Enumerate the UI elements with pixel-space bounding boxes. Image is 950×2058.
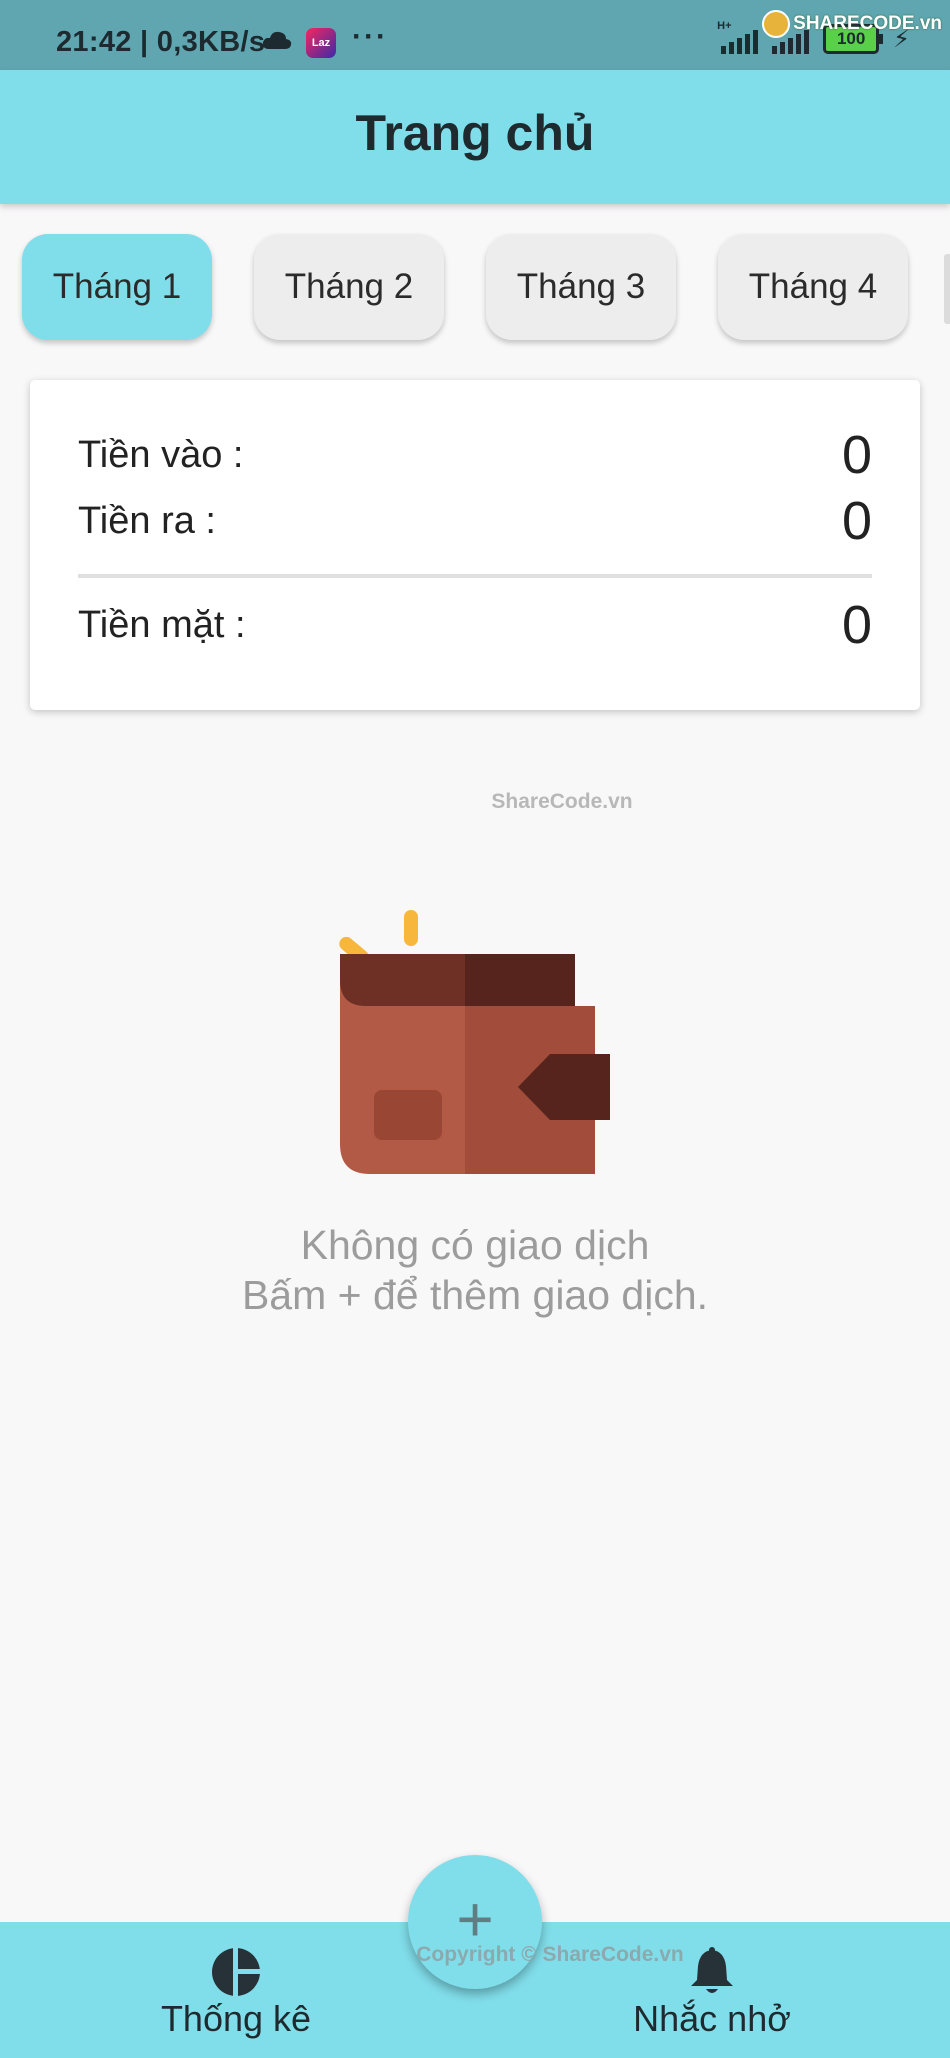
signal-strength-icon: H+ — [717, 20, 759, 54]
tab-month-3[interactable]: Tháng 3 — [486, 234, 676, 340]
watermark-copyright: Copyright © ShareCode.vn — [416, 1943, 684, 1966]
tab-month-overflow[interactable] — [944, 254, 950, 324]
income-label: Tiền vào : — [78, 434, 244, 476]
watermark-logo-icon — [762, 10, 791, 38]
summary-divider — [78, 574, 872, 578]
tab-month-4[interactable]: Tháng 4 — [718, 234, 908, 340]
cash-value: 0 — [841, 595, 872, 655]
tab-month-1[interactable]: Tháng 1 — [22, 234, 212, 340]
page-title: Trang chủ — [355, 105, 595, 161]
nav-label-statistics: Thống kê — [160, 1998, 312, 2039]
cash-label: Tiền mặt : — [78, 604, 246, 646]
add-transaction-button[interactable]: + — [408, 1855, 542, 1989]
empty-state-hint: Bấm + để thêm giao dịch. — [241, 1272, 709, 1318]
tab-month-2[interactable]: Tháng 2 — [254, 234, 444, 340]
coin-spark-center — [404, 910, 418, 946]
watermark-logo-text: SHARECODE.vn — [793, 13, 942, 35]
lazada-app-icon: Laz — [306, 28, 336, 58]
empty-state-title: Không có giao dịch — [300, 1222, 650, 1268]
cloud-icon — [262, 31, 292, 49]
network-type: H+ — [717, 20, 732, 32]
expense-label: Tiền ra : — [78, 500, 216, 542]
app-header: Trang chủ — [0, 70, 950, 204]
more-notifications-icon: ··· — [352, 20, 388, 53]
summary-card: Tiền vào : 0 Tiền ra : 0 Tiền mặt : 0 — [30, 380, 920, 710]
nav-label-reminder: Nhắc nhở — [633, 1998, 791, 2039]
status-time: 21:42 | 0,3KB/s — [56, 26, 266, 58]
status-bar: 21:42 | 0,3KB/s Laz ··· H+ 100 ⚡ SHARECO… — [0, 0, 950, 70]
watermark-text: ShareCode.vn — [491, 790, 633, 813]
month-tabs: Tháng 1 Tháng 2 Tháng 3 Tháng 4 — [0, 234, 950, 344]
expense-value: 0 — [841, 491, 872, 551]
income-value: 0 — [841, 425, 872, 485]
wallet-icon — [339, 910, 610, 1174]
watermark-logo: SHARECODE.vn — [762, 10, 942, 38]
